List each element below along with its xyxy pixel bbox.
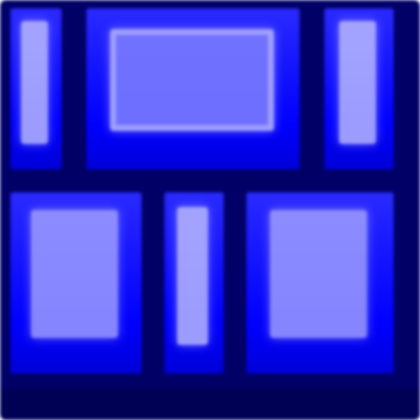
tile-bottom-right [246, 192, 394, 374]
tile-top-left [10, 8, 62, 170]
tile-bottom-left-highlight [31, 210, 119, 338]
tile-bottom-center-highlight [177, 206, 209, 345]
tile-top-center-highlight [109, 29, 275, 132]
tile-top-right-highlight [339, 20, 376, 145]
tile-top-center [86, 8, 300, 170]
tile-top-right [324, 8, 394, 170]
tile-top-left-highlight [21, 20, 49, 145]
icon-bottom-edge [0, 388, 420, 420]
tile-bottom-right-highlight [269, 210, 368, 338]
tile-bottom-left [10, 192, 142, 374]
tile-bottom-center [164, 192, 224, 374]
grid-layout-icon [0, 0, 420, 420]
